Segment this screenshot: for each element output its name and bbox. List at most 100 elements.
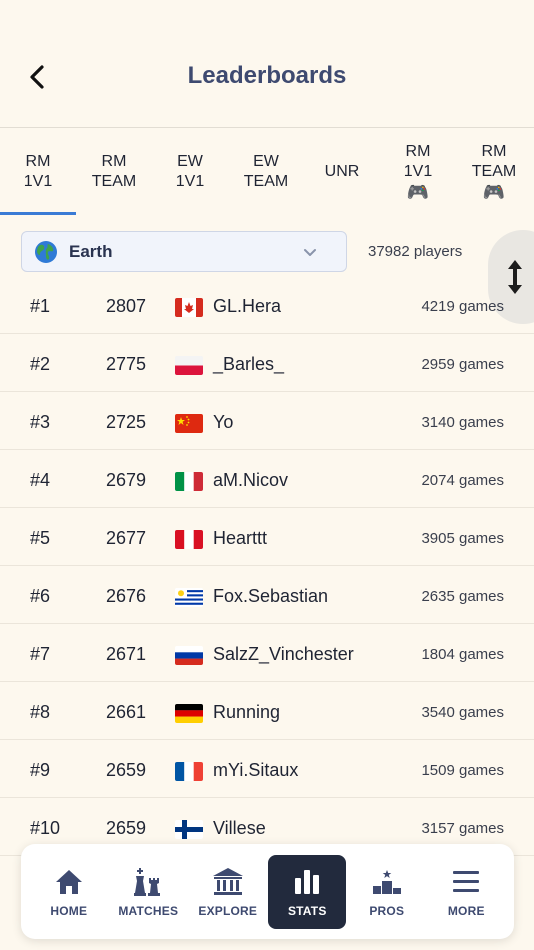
player-rating: 2679: [106, 470, 147, 490]
player-games: 3157 games: [421, 820, 504, 837]
tab-ew-team[interactable]: EW TEAM: [228, 129, 304, 215]
tab-label-line2: 1V1: [403, 163, 433, 180]
nav-pros[interactable]: PROS: [348, 855, 426, 929]
nav-matches[interactable]: MATCHES: [109, 855, 187, 929]
chevron-down-icon: [304, 249, 316, 256]
player-rating: 2725: [106, 412, 147, 432]
flag-pe-icon: [175, 530, 203, 549]
player-name: aM.Nicov: [213, 470, 289, 490]
region-select[interactable]: Earth: [21, 231, 347, 272]
flag-fr-icon: [175, 762, 203, 781]
leaderboard-row[interactable]: #3 2725 Yo 3140 games: [0, 392, 534, 450]
leaderboard-row[interactable]: #5 2677 Hearttt 3905 games: [0, 508, 534, 566]
tab-label-line1: EW: [177, 153, 203, 170]
leaderboard-row[interactable]: #6 2676 Fox.Sebastian 2635 games: [0, 566, 534, 624]
flag-ru-icon: [175, 646, 203, 665]
globe-icon: [35, 240, 57, 263]
leaderboard-row[interactable]: #7 2671 SalzZ_Vinchester 1804 games: [0, 624, 534, 682]
tab-label-line2: TEAM: [243, 173, 289, 190]
flag-de-icon: [175, 704, 203, 723]
nav-label: PROS: [369, 903, 405, 918]
tab-rm-1v1[interactable]: RM 1V1: [0, 129, 76, 215]
tab-rm-team-controller[interactable]: RM TEAM 🎮: [456, 129, 532, 215]
leaderboard-list: #1 2807 GL.Hera 4219 games #2 2775 _Barles_ 295…: [0, 276, 534, 856]
leaderboard-row[interactable]: #4 2679 aM.Nicov 2074 games: [0, 450, 534, 508]
mode-tabs: RM 1V1 RM TEAM EW 1V1 EW TEAM UNR RM 1V1 🎮 RM TEAM 🎮: [0, 129, 534, 215]
flag-uy-icon: [175, 588, 203, 607]
player-name: _Barles_: [213, 354, 285, 374]
player-rank: #9: [30, 760, 51, 780]
region-name: Earth: [69, 241, 113, 261]
tab-label-line1: EW: [253, 153, 279, 170]
nav-label: EXPLORE: [198, 903, 258, 918]
home-icon: [54, 866, 84, 898]
player-games: 2074 games: [421, 472, 504, 489]
player-rating: 2775: [106, 354, 147, 374]
player-rank: #6: [30, 586, 51, 606]
list-overflow-peek: [0, 939, 534, 950]
player-rating: 2661: [106, 702, 147, 722]
player-games: 2959 games: [421, 356, 504, 373]
player-games: 3540 games: [421, 704, 504, 721]
flag-cn-icon: [175, 414, 203, 433]
player-name: GL.Hera: [213, 296, 282, 316]
bottom-nav: HOME MATCHES EXPLORE STATS PROS MORE: [21, 844, 514, 939]
player-rating: 2677: [106, 528, 147, 548]
player-name: Running: [213, 702, 281, 722]
chess-pieces-icon: [132, 866, 164, 898]
player-name: Fox.Sebastian: [213, 586, 329, 606]
nav-label: MORE: [447, 903, 485, 918]
podium-icon: [371, 866, 403, 898]
tab-unr[interactable]: UNR: [304, 129, 380, 215]
bar-chart-icon: [293, 866, 321, 898]
leaderboard-row[interactable]: #9 2659 mYi.Sitaux 1509 games: [0, 740, 534, 798]
flag-pl-icon: [175, 356, 203, 375]
player-rank: #2: [30, 354, 51, 374]
player-games: 4219 games: [421, 298, 504, 315]
player-rank: #7: [30, 644, 51, 664]
nav-explore[interactable]: EXPLORE: [189, 855, 267, 929]
tab-label-line2: TEAM: [91, 173, 137, 190]
player-rank: #4: [30, 470, 51, 490]
player-games: 1509 games: [421, 762, 504, 779]
leaderboard-row[interactable]: #8 2661 Running 3540 games: [0, 682, 534, 740]
player-games: 3905 games: [421, 530, 504, 547]
player-name: SalzZ_Vinchester: [213, 644, 354, 664]
tab-label-line1: RM: [405, 143, 431, 160]
tab-rm-1v1-controller[interactable]: RM 1V1 🎮: [380, 129, 456, 215]
player-rank: #5: [30, 528, 51, 548]
player-rating: 2676: [106, 586, 147, 606]
flag-it-icon: [175, 472, 203, 491]
tab-label-line2: 1V1: [23, 173, 53, 190]
flag-fi-icon: [175, 820, 203, 839]
nav-stats[interactable]: STATS: [268, 854, 347, 929]
player-rating: 2671: [106, 644, 147, 664]
nav-label: HOME: [50, 903, 88, 918]
nav-home[interactable]: HOME: [30, 855, 108, 929]
tab-label-line1: RM: [25, 153, 51, 170]
player-name: Yo: [213, 412, 234, 432]
player-name: Hearttt: [213, 528, 268, 548]
museum-icon: [212, 866, 244, 898]
player-rank: #8: [30, 702, 51, 722]
header: Leaderboards: [0, 0, 534, 128]
leaderboard-row[interactable]: #2 2775 _Barles_ 2959 games: [0, 334, 534, 392]
player-rating: 2659: [106, 818, 147, 838]
player-rating: 2807: [106, 296, 147, 316]
tab-rm-team[interactable]: RM TEAM: [76, 129, 152, 215]
flag-ca-icon: [175, 298, 203, 317]
tab-label-line1: RM: [481, 143, 507, 160]
player-games: 1804 games: [421, 646, 504, 663]
tab-ew-1v1[interactable]: EW 1V1: [152, 129, 228, 215]
nav-more[interactable]: MORE: [427, 855, 505, 929]
tab-label-line2: 1V1: [175, 173, 205, 190]
page-title: Leaderboards: [187, 62, 347, 89]
gamepad-icon: 🎮: [482, 182, 506, 202]
player-rating: 2659: [106, 760, 147, 780]
tab-label-line2: TEAM: [471, 163, 517, 180]
player-rank: #10: [30, 818, 61, 838]
player-name: Villese: [213, 818, 266, 838]
gamepad-icon: 🎮: [406, 182, 430, 202]
tab-label-line1: RM: [101, 153, 127, 170]
leaderboard-row[interactable]: #1 2807 GL.Hera 4219 games: [0, 276, 534, 334]
